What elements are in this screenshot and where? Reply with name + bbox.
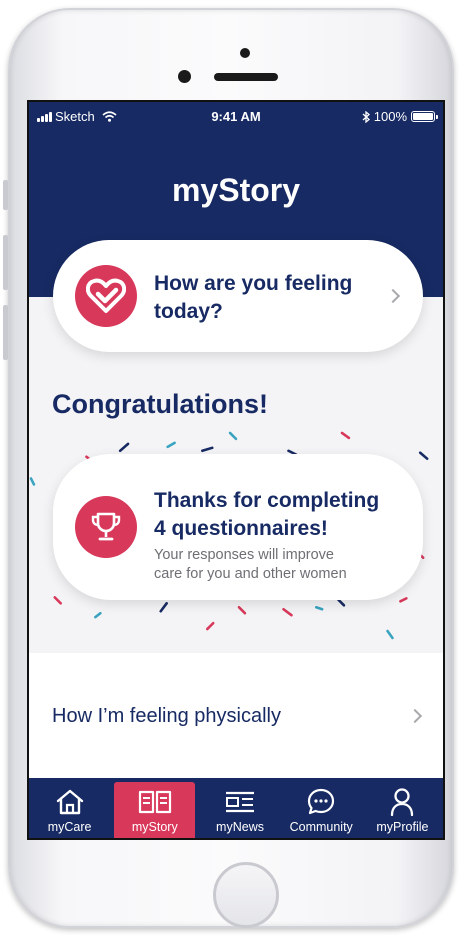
earpiece-speaker xyxy=(214,73,278,81)
mute-switch xyxy=(3,180,8,210)
tab-label: myNews xyxy=(216,820,264,834)
completion-subtext: Your responses will improve care for you… xyxy=(154,546,414,584)
app-screen: Sketch 9:41 AM 100% myStory How are you … xyxy=(27,100,445,840)
list-item-feeling-physically[interactable]: How I’m feeling physically xyxy=(29,653,443,778)
questionnaires-completed-card: Thanks for completing 4 questionnaires! … xyxy=(53,454,423,600)
trophy-icon xyxy=(75,496,137,558)
status-bar: Sketch 9:41 AM 100% xyxy=(29,102,443,130)
tab-community[interactable]: Community xyxy=(281,778,362,838)
volume-up-button xyxy=(3,235,8,290)
tab-label: myStory xyxy=(131,820,178,834)
page-title: myStory xyxy=(171,172,301,208)
chat-bubble-icon xyxy=(306,786,336,818)
tab-label: myProfile xyxy=(376,820,429,834)
tab-label: Community xyxy=(289,820,353,834)
person-icon xyxy=(389,786,415,818)
chevron-right-icon xyxy=(407,708,423,724)
volume-down-button xyxy=(3,305,8,360)
book-icon xyxy=(138,786,172,818)
proximity-sensor xyxy=(240,48,250,58)
tab-myprofile[interactable]: myProfile xyxy=(362,778,443,838)
feeling-question-line1: How are you feeling xyxy=(154,272,353,295)
feeling-today-card[interactable]: How are you feeling today? xyxy=(53,240,423,352)
completion-subtext-line1: Your responses will improve xyxy=(154,547,334,563)
news-icon xyxy=(224,786,256,818)
list-item-label: How I’m feeling physically xyxy=(52,705,281,727)
chevron-right-icon xyxy=(385,288,401,304)
feeling-question-line2: today? xyxy=(154,300,223,323)
battery-percent: 100% xyxy=(373,109,407,124)
home-icon xyxy=(55,786,85,818)
tab-bar: myCare myStory myNews Community myProfil… xyxy=(29,778,443,838)
home-button[interactable] xyxy=(213,862,279,928)
tab-mystory[interactable]: myStory xyxy=(114,782,196,838)
tab-label: myCare xyxy=(47,820,92,834)
completion-subtext-line2: care for you and other women xyxy=(154,566,347,582)
front-camera xyxy=(178,70,191,83)
completion-message-line2: 4 questionnaires! xyxy=(154,517,328,540)
completion-message-line1: Thanks for completing xyxy=(154,489,380,512)
bluetooth-icon xyxy=(362,110,370,123)
heart-check-icon xyxy=(75,265,137,327)
tab-mycare[interactable]: myCare xyxy=(29,778,110,838)
feeling-question: How are you feeling today? xyxy=(154,270,374,326)
battery-icon xyxy=(411,111,438,122)
tab-mynews[interactable]: myNews xyxy=(199,778,280,838)
completion-message: Thanks for completing 4 questionnaires! xyxy=(154,487,414,543)
